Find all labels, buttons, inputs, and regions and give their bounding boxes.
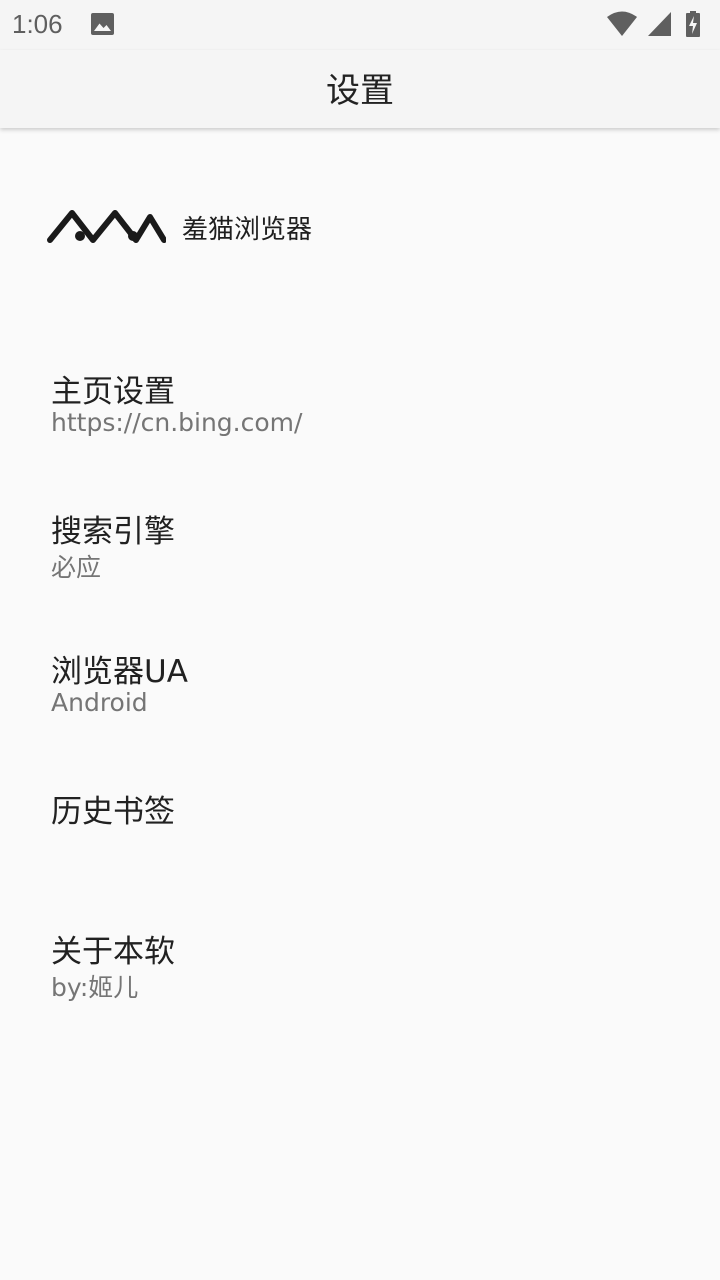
setting-title: 历史书签 xyxy=(51,794,175,830)
setting-history-bookmarks[interactable]: 历史书签 xyxy=(51,786,671,886)
app-bar: 设置 xyxy=(0,50,720,128)
setting-search-engine[interactable]: 搜索引擎 必应 xyxy=(51,506,671,606)
setting-title: 搜索引擎 xyxy=(51,514,175,550)
setting-summary: 必应 xyxy=(51,553,102,582)
setting-summary: https://cn.bing.com/ xyxy=(51,408,303,437)
setting-summary: by:姬儿 xyxy=(51,973,139,1002)
setting-homepage[interactable]: 主页设置 https://cn.bing.com/ xyxy=(51,366,671,466)
status-bar: 1:06 xyxy=(0,0,720,50)
wifi-icon xyxy=(607,11,637,36)
setting-title: 浏览器UA xyxy=(51,654,188,690)
setting-title: 关于本软 xyxy=(51,934,175,970)
app-name: 羞猫浏览器 xyxy=(182,215,313,245)
gallery-icon xyxy=(91,13,114,35)
setting-summary: Android xyxy=(51,688,148,717)
setting-browser-ua[interactable]: 浏览器UA Android xyxy=(51,646,671,746)
page-title: 设置 xyxy=(326,71,394,111)
status-time: 1:06 xyxy=(12,9,63,39)
battery-charging-icon xyxy=(686,11,700,37)
cell-signal-icon xyxy=(648,12,671,36)
settings-screen: 1:06 设置 羞猫浏览器 主页设置 https://cn.bing.com/ … xyxy=(0,0,720,1280)
setting-about[interactable]: 关于本软 by:姬儿 xyxy=(51,926,671,1026)
setting-title: 主页设置 xyxy=(51,374,175,410)
cat-logo-icon xyxy=(47,210,166,243)
